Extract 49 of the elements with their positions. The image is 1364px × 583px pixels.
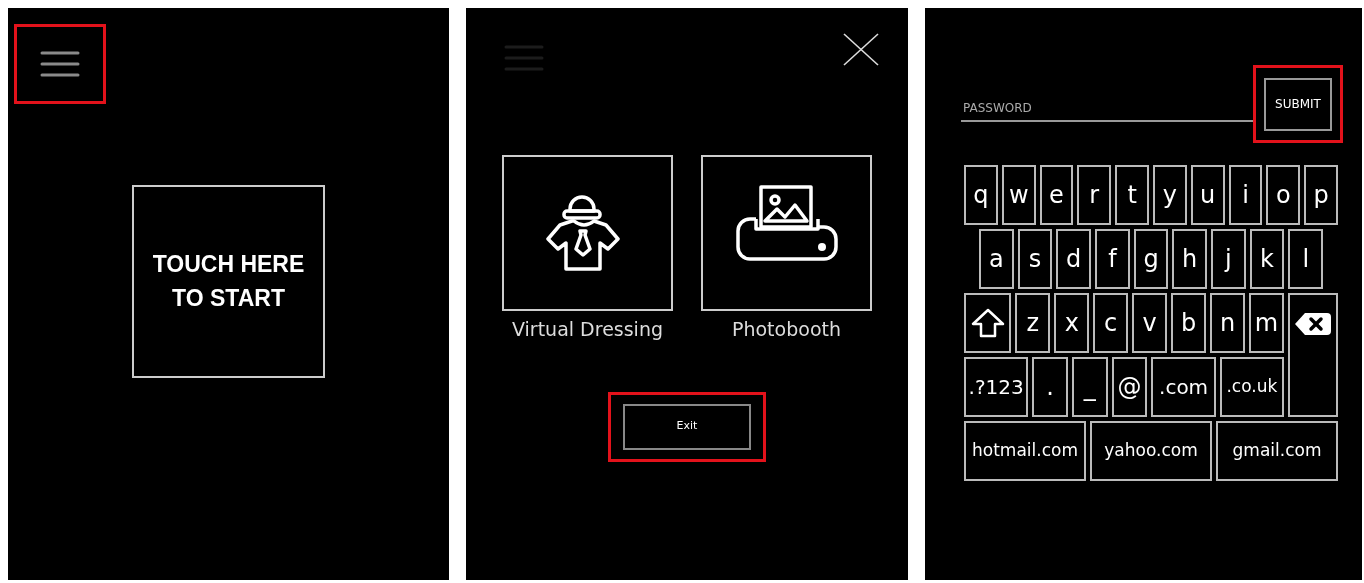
menu-button[interactable] [40, 50, 80, 78]
keyboard-key[interactable]: u [1190, 165, 1225, 225]
keyboard-key[interactable]: i [1228, 165, 1263, 225]
backspace-key[interactable] [1288, 293, 1338, 417]
keyboard-key[interactable]: k [1249, 229, 1285, 289]
keyboard-key[interactable]: d [1056, 229, 1091, 289]
keyboard-key[interactable]: v [1132, 293, 1168, 353]
keyboard-key[interactable]: a [979, 229, 1014, 289]
keyboard-key[interactable]: gmail.com [1216, 421, 1338, 481]
tile-label: Virtual Dressing [512, 317, 663, 342]
keyboard-key[interactable]: n [1210, 293, 1246, 353]
keyboard-key[interactable]: g [1133, 229, 1169, 289]
menu-icon [40, 50, 80, 78]
keyboard-key[interactable]: e [1039, 165, 1074, 225]
keyboard-key[interactable]: yahoo.com [1090, 421, 1212, 481]
keyboard-key[interactable]: p [1304, 165, 1338, 225]
keyboard-key[interactable]: hotmail.com [964, 421, 1086, 481]
keyboard-key[interactable]: m [1249, 293, 1284, 353]
keyboard-key[interactable]: x [1054, 293, 1090, 353]
keyboard-key[interactable]: h [1172, 229, 1208, 289]
backspace-icon [1293, 311, 1333, 337]
keyboard-key[interactable]: z [1015, 293, 1051, 353]
keyboard-key[interactable]: . [1032, 357, 1068, 417]
keyboard-key[interactable]: s [1017, 229, 1053, 289]
keyboard-key[interactable]: b [1171, 293, 1207, 353]
password-field[interactable]: PASSWORD [961, 99, 1253, 122]
keyboard-key[interactable]: r [1077, 165, 1112, 225]
tile-button[interactable] [502, 155, 673, 311]
keyboard-key[interactable]: .?123 [964, 357, 1029, 417]
keyboard-key[interactable]: l [1288, 229, 1324, 289]
close-icon[interactable] [842, 32, 880, 67]
keyboard-key[interactable]: .com [1151, 357, 1216, 417]
keyboard-key[interactable]: .co.uk [1219, 357, 1284, 417]
keyboard-key[interactable]: c [1093, 293, 1129, 353]
keyboard-key[interactable]: y [1153, 165, 1187, 225]
start-button[interactable]: TOUCH HERE TO START [132, 185, 325, 378]
keyboard-key[interactable]: t [1115, 165, 1149, 225]
keyboard-key[interactable]: @ [1111, 357, 1148, 417]
keyboard-key[interactable]: q [964, 165, 998, 225]
keyboard-key[interactable]: w [1001, 165, 1036, 225]
tile-label: Photobooth [732, 317, 841, 342]
keyboard-key[interactable]: j [1211, 229, 1246, 289]
shift-key[interactable] [964, 293, 1012, 353]
keyboard-key[interactable]: f [1095, 229, 1130, 289]
exit-button[interactable]: Exit [623, 403, 751, 450]
keyboard-key[interactable]: _ [1072, 357, 1108, 417]
tile-button[interactable] [701, 155, 872, 311]
keyboard-key[interactable]: o [1266, 165, 1301, 225]
submit-button[interactable]: SUBMIT [1264, 77, 1332, 131]
